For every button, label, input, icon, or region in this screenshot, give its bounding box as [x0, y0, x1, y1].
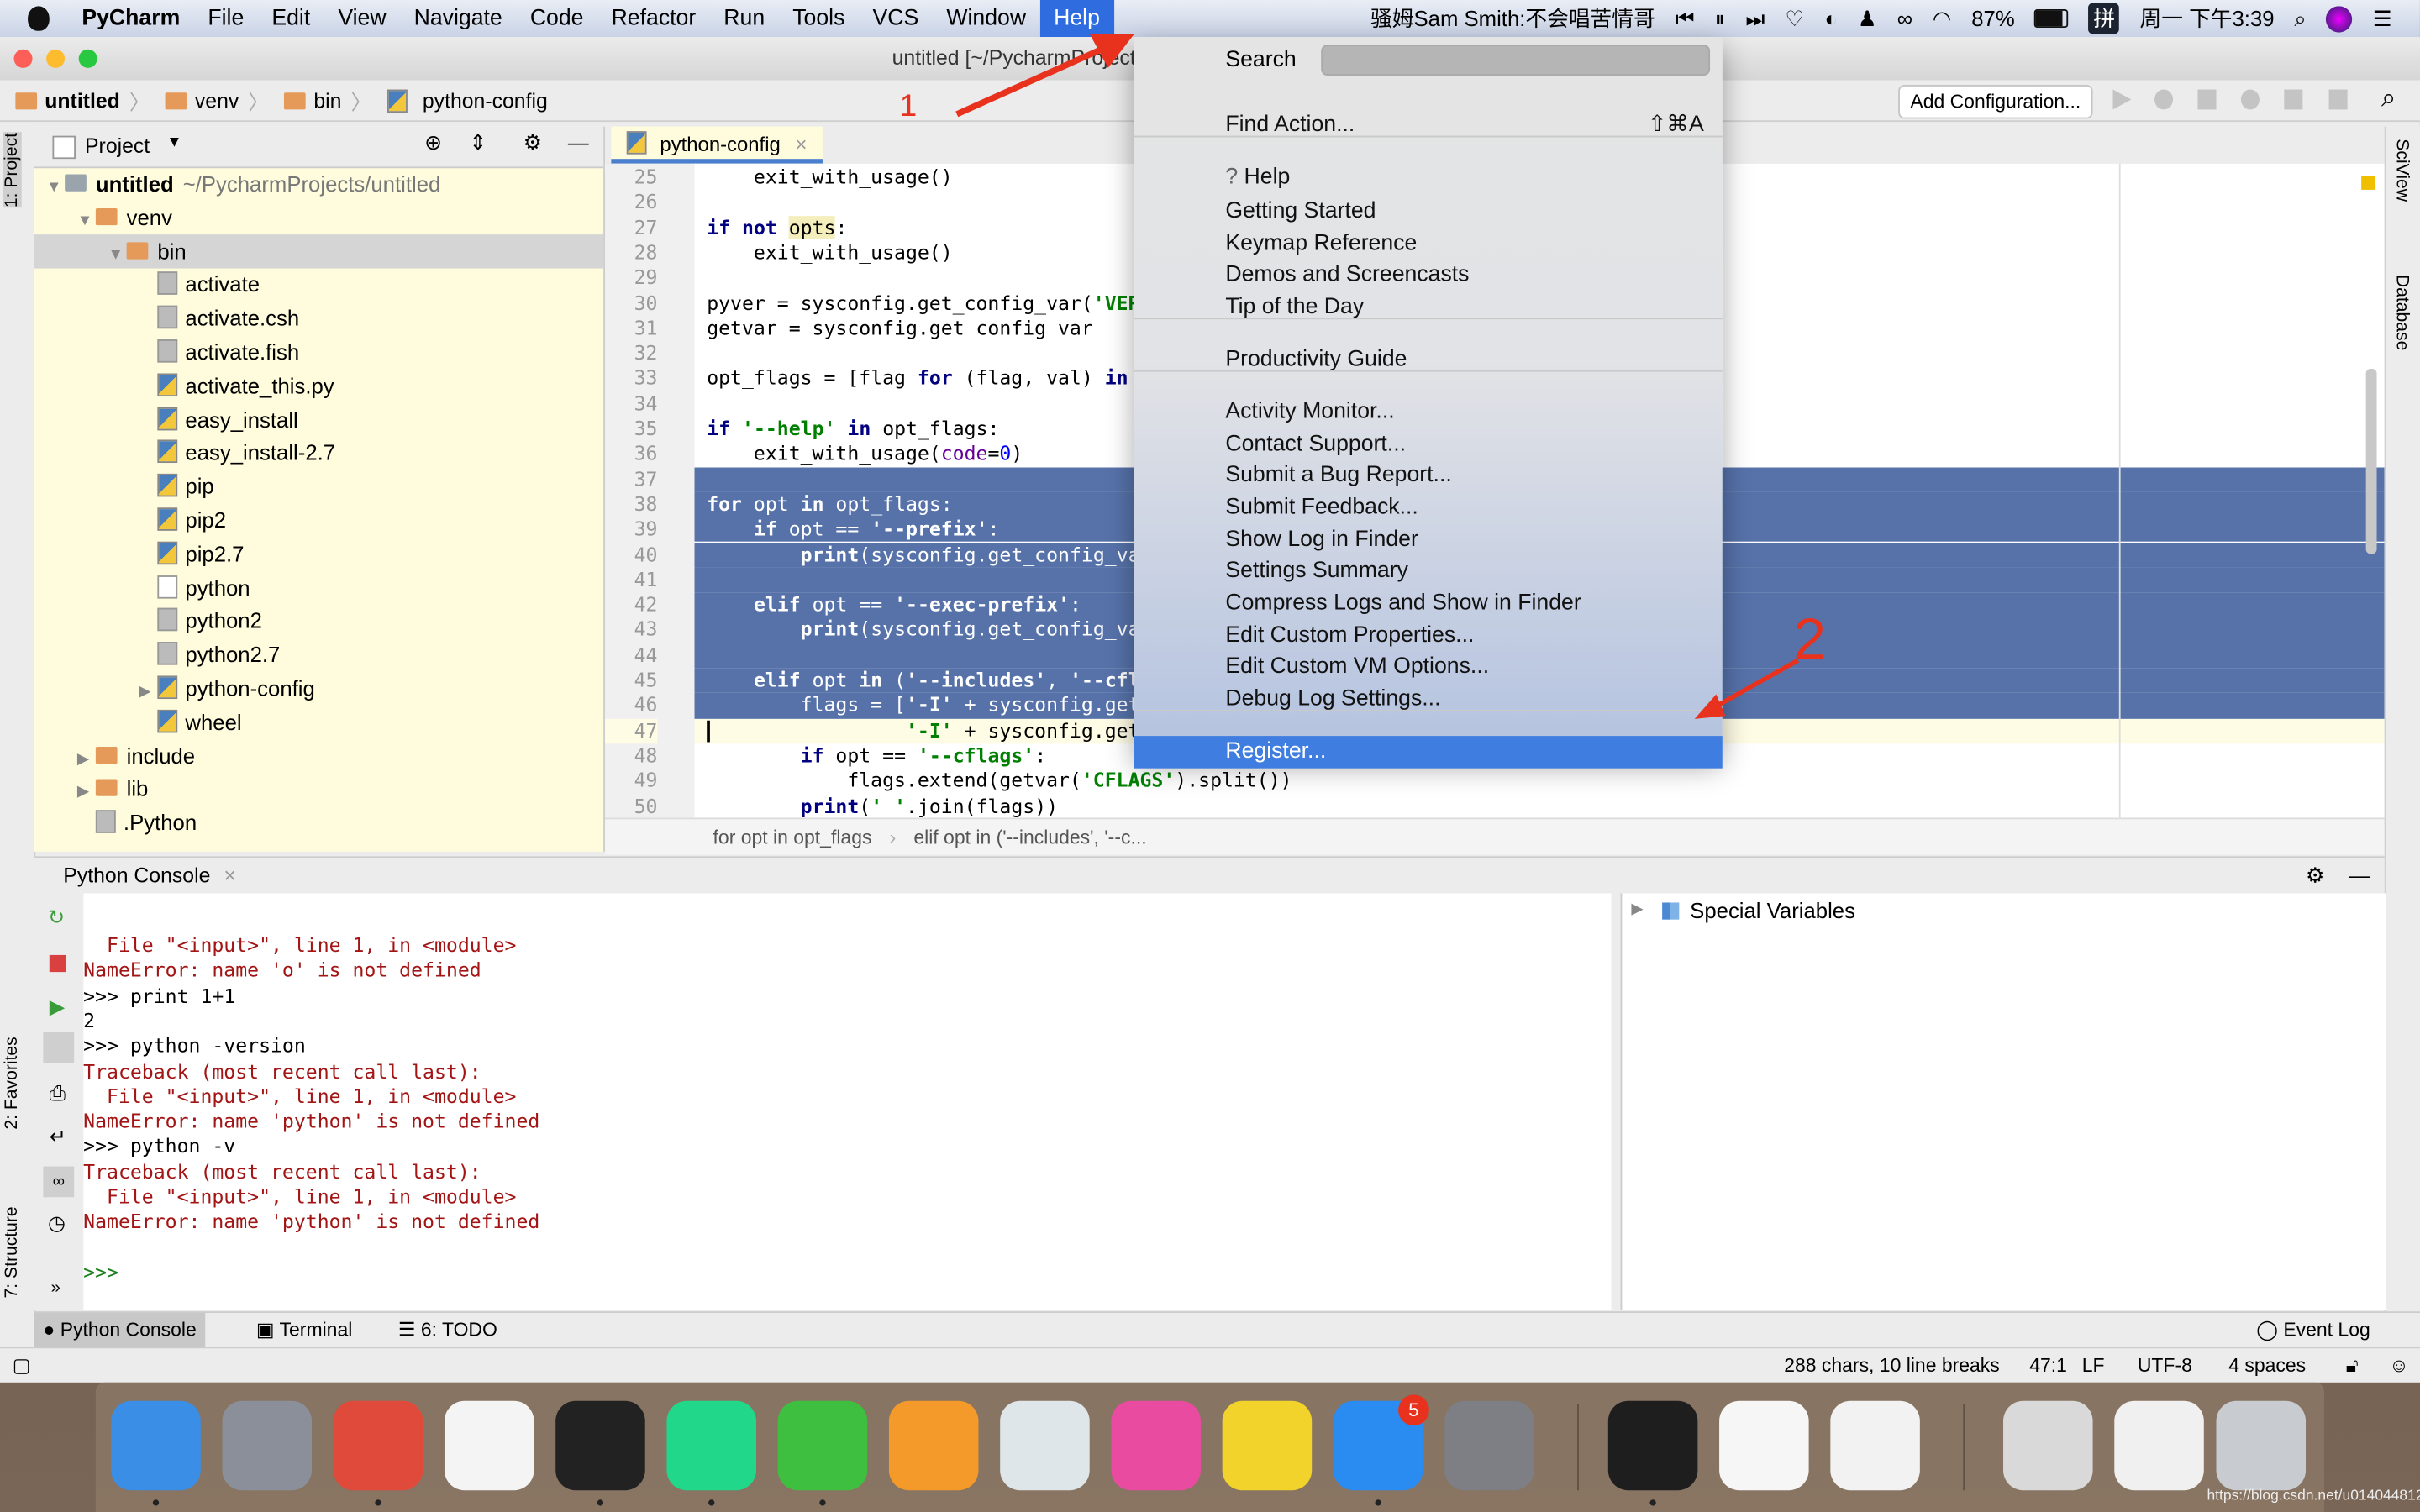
running-indicator — [1375, 1499, 1381, 1506]
running-indicator — [375, 1499, 381, 1506]
dock-launchpad-icon[interactable] — [222, 1400, 313, 1491]
dock-numbers-icon[interactable] — [1000, 1400, 1090, 1491]
annotation-label-2: 2 — [1793, 607, 1827, 673]
dock-pycharm-icon[interactable] — [666, 1400, 756, 1491]
dock-downloads-icon[interactable] — [2003, 1400, 2093, 1491]
running-indicator — [708, 1499, 715, 1506]
dock: 5 — [95, 1382, 2325, 1512]
dock-reminders-icon[interactable] — [444, 1400, 534, 1491]
dock-itunes-icon[interactable] — [1111, 1400, 1201, 1491]
dock-finder-icon[interactable] — [111, 1400, 201, 1491]
annotation-arrow-2 — [1708, 658, 1800, 712]
watermark: https://blog.csdn.net/u014044812 — [2207, 1487, 2420, 1504]
running-indicator — [597, 1499, 604, 1506]
dock-wechat-icon[interactable] — [777, 1400, 868, 1491]
notification-badge: 5 — [1398, 1394, 1429, 1426]
dock-textedit-icon[interactable] — [1830, 1400, 1920, 1491]
dock-qq-music-icon[interactable] — [1222, 1400, 1313, 1491]
running-indicator — [152, 1499, 160, 1506]
dock-terminal-icon[interactable] — [1607, 1400, 1698, 1491]
dock-system-preferences-icon[interactable] — [1444, 1400, 1534, 1491]
dock-chrome-icon[interactable] — [333, 1400, 424, 1491]
dock-trash-icon[interactable] — [2216, 1400, 2307, 1491]
dock-document-preview-icon[interactable] — [2114, 1400, 2204, 1491]
dock-qq-icon[interactable] — [555, 1400, 645, 1491]
annotation-label-1: 1 — [899, 89, 918, 123]
dock-app-store-icon[interactable]: 5 — [1333, 1394, 1429, 1491]
running-indicator — [1649, 1499, 1656, 1506]
annotation-arrows — [955, 34, 1800, 719]
arrowhead-icon — [1694, 694, 1726, 719]
dock-separator — [1963, 1404, 1965, 1491]
desktop: PyCharm File Edit View Navigate Code Refactor R… — [0, 0, 2420, 1512]
running-indicator — [819, 1499, 826, 1506]
dock-pages-icon[interactable] — [888, 1400, 979, 1491]
dock-photos-icon[interactable] — [1719, 1400, 1809, 1491]
dock-separator — [1577, 1404, 1579, 1491]
annotation-arrow-1 — [955, 43, 1110, 118]
